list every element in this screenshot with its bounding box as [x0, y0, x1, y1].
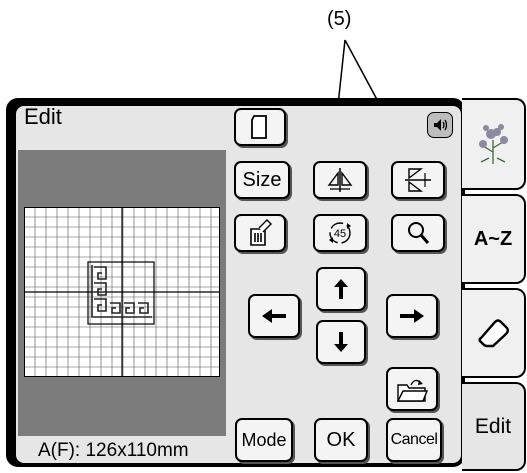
sidebar: A~Z Edit [462, 98, 527, 471]
sound-button[interactable] [427, 112, 453, 138]
tab-alphabet-label: A~Z [473, 227, 513, 250]
arrow-right-icon [400, 309, 424, 323]
mode-button[interactable]: Mode [235, 418, 293, 462]
open-folder-button[interactable] [386, 367, 438, 411]
tab-edit-label: Edit [474, 414, 512, 438]
embroidery-grid [24, 207, 220, 377]
size-button[interactable]: Size [234, 161, 290, 199]
move-up-button[interactable] [316, 267, 366, 311]
delete-button[interactable] [234, 214, 286, 252]
flip-vertical-icon [405, 168, 431, 192]
cancel-button[interactable]: Cancel [386, 418, 442, 462]
arrow-up-icon [334, 279, 348, 299]
mirror-horizontal-icon [327, 168, 353, 192]
size-readout: A(F): 126x110mm [38, 440, 189, 461]
screen-title: Edit [24, 104, 62, 129]
flip-vertical-button[interactable] [391, 161, 445, 199]
zoom-button[interactable] [391, 214, 445, 252]
mirror-horizontal-button[interactable] [313, 161, 367, 199]
arrow-down-icon [334, 332, 348, 352]
ok-button[interactable]: OK [314, 418, 368, 462]
new-page-icon [251, 115, 267, 139]
sound-icon [434, 119, 448, 131]
arrow-left-icon [262, 309, 286, 323]
tab-alphabet[interactable]: A~Z [462, 194, 526, 284]
svg-text:45: 45 [334, 228, 346, 240]
tab-pattern[interactable] [462, 98, 526, 190]
move-left-button[interactable] [248, 294, 300, 338]
rotate-45-icon: 45 [329, 222, 351, 244]
rotate-button[interactable]: 45 [313, 214, 367, 252]
delete-icon [250, 219, 272, 246]
open-folder-icon [396, 379, 429, 402]
eraser-icon [478, 319, 509, 348]
flower-pattern-icon [479, 124, 508, 164]
zoom-icon [408, 222, 430, 244]
move-right-button[interactable] [386, 294, 438, 338]
tab-edit[interactable]: Edit [462, 382, 526, 471]
new-page-button[interactable] [234, 108, 286, 146]
tab-eraser[interactable] [462, 288, 526, 378]
move-down-button[interactable] [316, 320, 366, 364]
